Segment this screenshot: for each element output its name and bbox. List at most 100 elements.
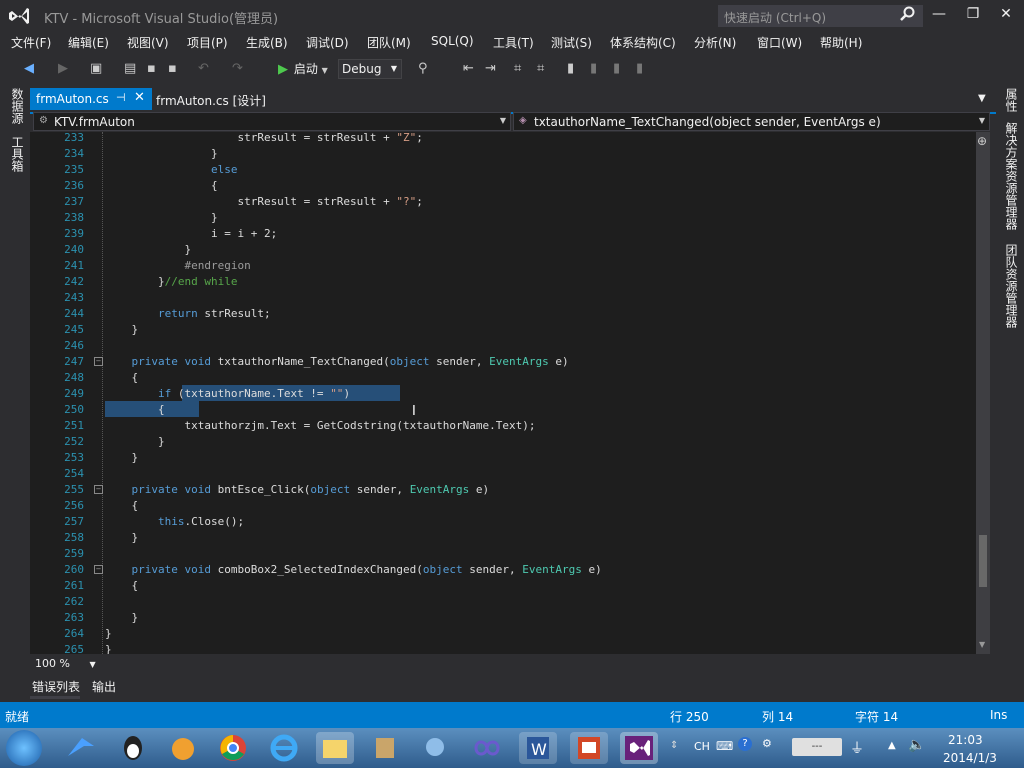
start-debugging-button[interactable]: ▶ 启动 ▼: [278, 60, 328, 77]
split-handle-icon[interactable]: ⊕: [977, 134, 987, 148]
language-indicator[interactable]: CH: [694, 740, 710, 753]
menu-edit[interactable]: 编辑(E): [68, 34, 109, 51]
next-bookmark-icon[interactable]: ▮: [613, 61, 620, 76]
collapse-region-icon[interactable]: −: [94, 485, 103, 494]
collapse-region-icon[interactable]: −: [94, 565, 103, 574]
code-editor[interactable]: 233 strResult = strResult + "Z"; 234 } 235…: [30, 132, 976, 654]
line-number: 242: [64, 275, 84, 288]
horizontal-scrollbar[interactable]: [30, 654, 990, 672]
start-orb-icon[interactable]: [6, 730, 42, 766]
tab-team-explorer[interactable]: 团队资源管理器: [1000, 244, 1020, 328]
find-in-files-icon[interactable]: ⚲: [418, 61, 428, 76]
menu-sql[interactable]: SQL(Q): [431, 34, 474, 48]
menu-file[interactable]: 文件(F): [11, 34, 51, 51]
tab-solution-explorer[interactable]: 解决方案资源管理器: [1000, 122, 1020, 230]
comment-icon[interactable]: ⌗: [514, 61, 521, 76]
tab-output[interactable]: 输出: [92, 678, 116, 695]
taskbar-search-app-icon[interactable]: [418, 732, 456, 764]
taskbar-infinity-icon[interactable]: [468, 732, 506, 764]
line-number: 264: [64, 627, 84, 640]
tab-toolbox[interactable]: 工具箱: [6, 136, 26, 172]
taskbar-powerpoint-icon[interactable]: [570, 732, 608, 764]
taskbar-explorer-icon[interactable]: [316, 732, 354, 764]
pin-icon[interactable]: ⊣: [116, 91, 126, 104]
clock-date[interactable]: 2014/1/3: [943, 751, 997, 765]
show-hidden-icons-icon[interactable]: ▲: [888, 740, 896, 751]
minimize-button[interactable]: —: [924, 4, 954, 26]
play-icon: ▶: [278, 62, 288, 77]
taskbar-chrome-icon[interactable]: [214, 732, 252, 764]
keyboard-icon[interactable]: ⌨: [716, 739, 733, 753]
save-icon[interactable]: ▪: [147, 61, 156, 76]
taskbar-app-yellow-icon[interactable]: [164, 732, 202, 764]
menu-help[interactable]: 帮助(H): [820, 34, 862, 51]
ime-settings-icon[interactable]: ⚙: [762, 737, 772, 750]
line-number: 249: [64, 387, 84, 400]
open-file-icon[interactable]: ▤: [124, 61, 136, 76]
clear-bookmarks-icon[interactable]: ▮: [636, 61, 643, 76]
quick-launch-input[interactable]: 快速启动 (Ctrl+Q): [718, 5, 923, 27]
zoom-level[interactable]: 100 % ▼: [35, 657, 96, 670]
restore-button[interactable]: ❐: [958, 4, 988, 26]
volume-icon[interactable]: 🔈: [908, 737, 925, 753]
taskbar-app-bird-icon[interactable]: [62, 732, 100, 764]
collapse-region-icon[interactable]: −: [94, 357, 103, 366]
taskbar-qq-icon[interactable]: [114, 732, 152, 764]
indent-icon[interactable]: ⇤: [463, 61, 474, 76]
tab-frmauton-design[interactable]: frmAuton.cs [设计]: [156, 92, 266, 109]
forward-icon[interactable]: ▶: [58, 61, 68, 76]
code-line: }: [105, 435, 165, 448]
taskbar-ie-icon[interactable]: [265, 732, 303, 764]
close-button[interactable]: ✕: [991, 4, 1021, 26]
save-all-icon[interactable]: ▪: [168, 61, 177, 76]
menu-tools[interactable]: 工具(T): [493, 34, 534, 51]
line-number: 233: [64, 132, 84, 144]
code-line: {: [105, 579, 139, 592]
prev-bookmark-icon[interactable]: ▮: [590, 61, 597, 76]
taskbar-visual-studio-icon[interactable]: [620, 732, 658, 764]
menu-build[interactable]: 生成(B): [246, 34, 288, 51]
solution-configuration-select[interactable]: Debug ▼: [338, 59, 402, 79]
help-icon[interactable]: ?: [738, 737, 752, 751]
new-project-icon[interactable]: ▣: [90, 61, 102, 76]
taskbar-word-icon[interactable]: W: [519, 732, 557, 764]
power-icon[interactable]: ⏚: [850, 738, 864, 758]
menu-test[interactable]: 测试(S): [551, 34, 592, 51]
tab-overflow-dropdown-icon[interactable]: ▼: [978, 93, 986, 104]
line-number: 251: [64, 419, 84, 432]
menu-project[interactable]: 项目(P): [187, 34, 228, 51]
tab-properties[interactable]: 属性: [1000, 88, 1020, 112]
tab-frmauton-cs[interactable]: frmAuton.cs ⊣ ✕: [30, 88, 152, 110]
line-number: 241: [64, 259, 84, 272]
tab-data-sources[interactable]: 数据源: [6, 88, 26, 124]
outdent-icon[interactable]: ⇥: [485, 61, 496, 76]
menu-analyze[interactable]: 分析(N): [694, 34, 736, 51]
uncomment-icon[interactable]: ⌗: [537, 61, 544, 76]
menu-architecture[interactable]: 体系结构(C): [610, 34, 676, 51]
back-icon[interactable]: ◀: [24, 61, 34, 76]
title-bar: KTV - Microsoft Visual Studio(管理员) 快速启动 …: [0, 0, 1024, 32]
status-insert-mode: Ins: [990, 708, 1008, 722]
scroll-down-icon[interactable]: ▼: [979, 640, 985, 649]
redo-icon[interactable]: ↷: [232, 61, 243, 76]
undo-icon[interactable]: ↶: [198, 61, 209, 76]
taskbar-scroll-icon[interactable]: ⇕: [670, 740, 678, 751]
windows-taskbar: W ⇕ CH ⌨ ? ⚙ --- ⏚ ▲ 🔈: [0, 728, 1024, 768]
input-method-bar[interactable]: ---: [792, 738, 842, 756]
line-number: 262: [64, 595, 84, 608]
scrollbar-thumb[interactable]: [979, 535, 987, 587]
method-icon: ◈: [519, 115, 527, 126]
menu-team[interactable]: 团队(M): [367, 34, 411, 51]
clock-time[interactable]: 21:03: [948, 733, 983, 747]
taskbar-tools-icon[interactable]: [366, 732, 404, 764]
menu-view[interactable]: 视图(V): [127, 34, 169, 51]
close-icon[interactable]: ✕: [134, 90, 145, 105]
member-dropdown[interactable]: ◈ txtauthorName_TextChanged(object sende…: [513, 112, 990, 131]
menu-window[interactable]: 窗口(W): [757, 34, 802, 51]
menu-debug[interactable]: 调试(D): [306, 34, 349, 51]
tab-error-list[interactable]: 错误列表: [32, 678, 80, 695]
line-number: 246: [64, 339, 84, 352]
type-dropdown[interactable]: ⚙ KTV.frmAuton ▼: [33, 112, 511, 131]
code-line: private void comboBox2_SelectedIndexChan…: [131, 563, 602, 576]
bookmark-icon[interactable]: ▮: [567, 61, 574, 76]
